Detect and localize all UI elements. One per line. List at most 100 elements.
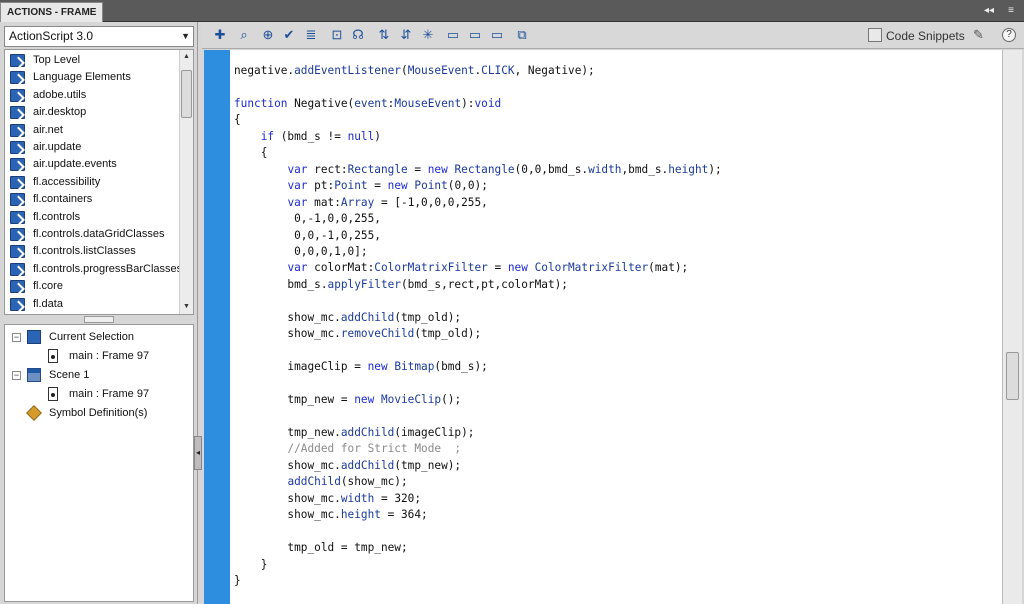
show-code-hint-icon[interactable]: ⊡ [329, 27, 345, 43]
toolbox-item[interactable]: air.update.events [5, 156, 181, 173]
script-assist-wand-icon[interactable]: ✎ [973, 27, 989, 43]
code-line[interactable]: 0,0,-1,0,255, [234, 228, 722, 244]
code-line[interactable]: imageClip = new Bitmap(bmd_s); [234, 359, 722, 375]
insert-target-path-icon[interactable]: ⊕ [260, 27, 276, 43]
code-snippets-icon[interactable] [868, 28, 882, 42]
collapse-toggle-icon[interactable]: − [12, 333, 21, 342]
code-line[interactable]: 0,0,0,1,0]; [234, 244, 722, 260]
script-editor[interactable]: negative.addEventListener(MouseEvent.CLI… [230, 50, 1002, 604]
code-line[interactable]: addChild(show_mc); [234, 474, 722, 490]
code-line[interactable]: show_mc.height = 364; [234, 507, 722, 523]
toolbox-item[interactable]: air.net [5, 122, 181, 139]
help-icon[interactable]: ? [1002, 28, 1016, 42]
toolbox-item[interactable]: adobe.utils [5, 87, 181, 104]
toolbox-item[interactable]: air.update [5, 139, 181, 156]
code-line[interactable]: tmp_new = new MovieClip(); [234, 392, 722, 408]
toolbox-scrollbar[interactable]: ▲ ▼ [179, 50, 193, 314]
check-syntax-icon[interactable]: ✔ [281, 27, 297, 43]
toolbox-item[interactable]: Top Level [5, 52, 181, 69]
package-book-icon [10, 71, 25, 85]
code-token: show_mc. [234, 458, 341, 472]
toolbox-item[interactable]: air.desktop [5, 104, 181, 121]
code-token: if [260, 129, 275, 143]
code-line[interactable]: show_mc.removeChild(tmp_old); [234, 326, 722, 342]
find-icon[interactable]: ⌕ [236, 27, 252, 43]
code-token: event [354, 96, 388, 110]
code-line[interactable]: var pt:Point = new Point(0,0); [234, 178, 722, 194]
code-text[interactable]: negative.addEventListener(MouseEvent.CLI… [234, 63, 722, 590]
toolbox-item[interactable]: fl.controls.progressBarClasses [5, 261, 182, 278]
code-token: ): [461, 96, 475, 110]
code-snippets-button[interactable]: Code Snippets [886, 28, 965, 44]
apply-line-comment-icon[interactable]: ▭ [467, 27, 483, 43]
code-line[interactable]: 0,-1,0,0,255, [234, 211, 722, 227]
add-statement-icon[interactable]: ✚ [212, 27, 228, 43]
code-token: imageClip = [234, 360, 368, 374]
show-hide-toolbox-icon[interactable]: ⧉ [514, 27, 530, 43]
apply-block-comment-icon[interactable]: ▭ [445, 27, 461, 43]
code-line[interactable]: var mat:Array = [-1,0,0,0,255, [234, 195, 722, 211]
toolbox-item[interactable]: fl.controls.dataGridClasses [5, 226, 181, 243]
code-token: new [387, 179, 408, 193]
code-line[interactable]: ​ [234, 524, 722, 540]
toolbox-item[interactable]: fl.containers [5, 191, 181, 208]
code-line[interactable]: { [234, 145, 722, 161]
toolbox-item[interactable]: fl.data [5, 296, 181, 313]
code-line[interactable]: var colorMat:ColorMatrixFilter = new Col… [234, 260, 722, 276]
panel-title-tab[interactable]: ACTIONS - FRAME [0, 2, 104, 22]
code-token: show_mc. [234, 327, 341, 341]
collapse-selection-icon[interactable]: ⇵ [398, 27, 414, 43]
code-token: (show_mc); [340, 475, 408, 489]
code-line[interactable]: tmp_new.addChild(imageClip); [234, 425, 722, 441]
language-dropdown-value: ActionScript 3.0 [9, 29, 94, 43]
splitter-grip[interactable] [84, 316, 114, 323]
scroll-up-icon[interactable]: ▲ [180, 50, 193, 64]
code-line[interactable]: } [234, 557, 722, 573]
language-dropdown[interactable]: ActionScript 3.0 ▼ [4, 26, 194, 47]
auto-format-icon[interactable]: ≣ [303, 27, 319, 43]
code-line[interactable]: var rect:Rectangle = new Rectangle(0,0,b… [234, 162, 721, 178]
remove-comment-icon[interactable]: ▭ [489, 27, 505, 43]
toolbox-item[interactable]: fl.controls [5, 209, 181, 226]
editor-scrollbar[interactable] [1002, 50, 1022, 604]
code-line[interactable]: //Added for Strict Mode ; [234, 441, 722, 457]
code-line[interactable]: show_mc.addChild(tmp_old); [234, 310, 722, 326]
collapse-left-pane-icon[interactable]: ◂ [194, 436, 202, 470]
scrollbar-thumb[interactable] [181, 70, 192, 118]
toolbox-item[interactable]: fl.accessibility [5, 174, 181, 191]
code-token: //Added for Strict Mode ; [287, 442, 462, 456]
debug-options-icon[interactable]: ☊ [350, 27, 366, 43]
collapse-between-braces-icon[interactable]: ⇅ [376, 27, 392, 43]
code-line[interactable]: function Negative(event:MouseEvent):void [234, 96, 722, 112]
script-navigator: − Current Selection main : Frame 97 − Sc… [4, 324, 194, 602]
code-line[interactable]: tmp_old = tmp_new; [234, 540, 722, 556]
toolbox-item[interactable]: fl.controls.listClasses [5, 243, 181, 260]
scene-clapper-icon [27, 368, 41, 382]
scrollbar-thumb[interactable] [1006, 352, 1019, 400]
toolbox-item[interactable]: fl.core [5, 278, 181, 295]
toolbox-item[interactable]: Language Elements [5, 69, 181, 86]
code-line[interactable]: bmd_s.applyFilter(bmd_s,rect,pt,colorMat… [234, 277, 722, 293]
line-gutter[interactable] [204, 50, 230, 604]
code-line[interactable]: ​ [234, 79, 722, 95]
scroll-down-icon[interactable]: ▼ [180, 300, 193, 314]
code-line[interactable]: ​ [234, 409, 722, 425]
collapse-toggle-icon[interactable]: − [12, 371, 21, 380]
code-line[interactable]: { [234, 112, 722, 128]
code-line[interactable]: negative.addEventListener(MouseEvent.CLI… [234, 63, 722, 79]
code-line[interactable]: ​ [234, 293, 722, 309]
code-line[interactable]: if (bmd_s != null) [234, 129, 722, 145]
code-line[interactable]: } [234, 573, 722, 589]
code-token: negative. [234, 64, 295, 77]
code-line[interactable]: show_mc.addChild(tmp_new); [234, 458, 722, 474]
code-token: Bitmap [394, 360, 435, 374]
expand-all-icon[interactable]: ✳ [420, 27, 436, 43]
code-line[interactable]: ​ [234, 376, 722, 392]
panel-menu-icon[interactable]: ≡ [1004, 4, 1018, 18]
collapse-panel-icon[interactable]: ◂◂ [982, 4, 996, 18]
pane-splitter[interactable] [4, 316, 194, 324]
code-line[interactable]: ​ [234, 343, 722, 359]
code-token: = [-1,0,0,0,255, [374, 195, 488, 209]
code-line[interactable]: show_mc.width = 320; [234, 491, 722, 507]
